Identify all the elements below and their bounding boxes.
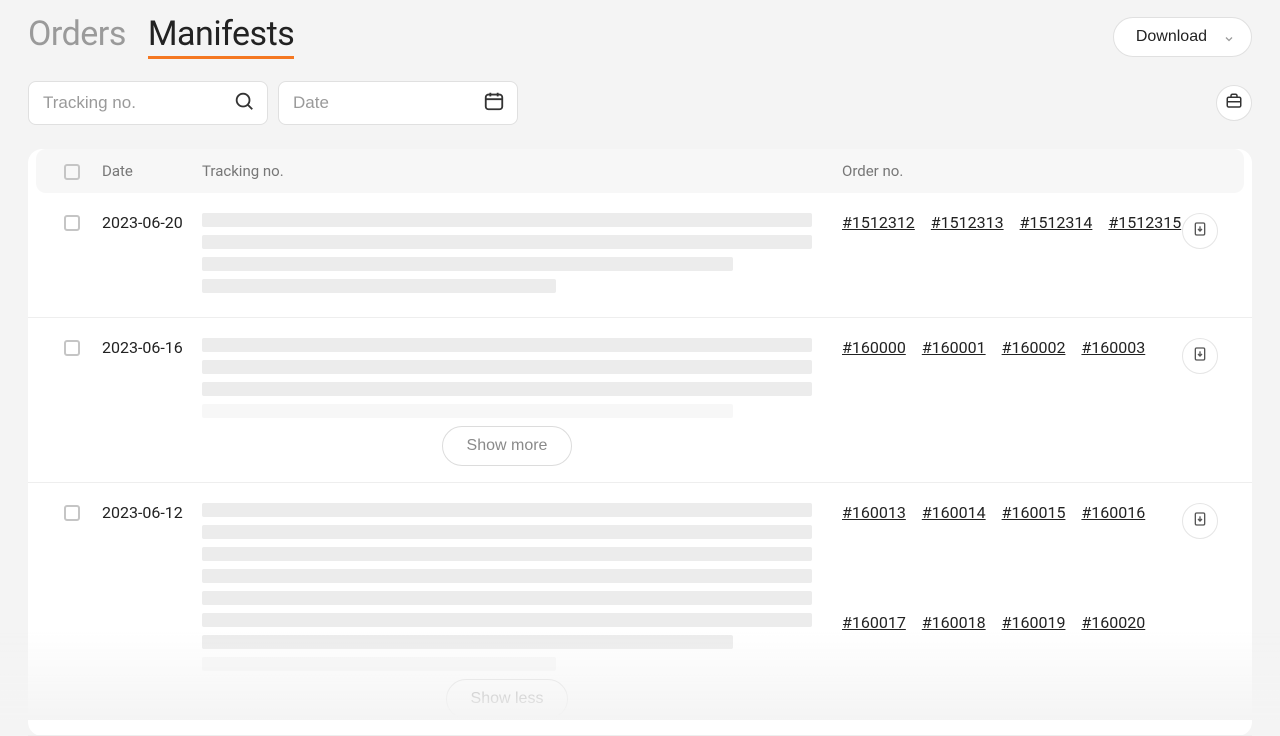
order-link[interactable]: #160018 [922, 613, 986, 719]
order-link[interactable]: #160017 [842, 613, 906, 719]
download-icon [1192, 221, 1208, 241]
order-link[interactable]: #160001 [922, 338, 986, 466]
order-link[interactable]: #160019 [1002, 613, 1066, 719]
tracking-skeleton: Show more [202, 338, 842, 466]
table-row: 2023-06-12 Show less #160013#160014#160015… [28, 483, 1252, 736]
date-input[interactable] [293, 93, 503, 113]
order-link[interactable]: #1512314 [1020, 213, 1093, 301]
row-date: 2023-06-16 [102, 338, 202, 466]
col-date: Date [102, 162, 202, 180]
chevron-down-icon [1223, 32, 1235, 50]
order-link[interactable]: #160002 [1002, 338, 1066, 466]
tracking-search-input[interactable] [43, 93, 253, 113]
search-icon [233, 90, 255, 116]
row-date: 2023-06-12 [102, 503, 202, 719]
order-link[interactable]: #1512313 [931, 213, 1004, 301]
row-download-button[interactable] [1182, 213, 1218, 249]
download-label: Download [1136, 28, 1207, 46]
row-checkbox[interactable] [64, 340, 80, 356]
briefcase-icon [1225, 92, 1243, 114]
order-link[interactable]: #160013 [842, 503, 906, 609]
calendar-icon [483, 90, 505, 116]
tracking-search-wrap [28, 81, 268, 125]
download-icon [1192, 346, 1208, 366]
tab-manifests[interactable]: Manifests [148, 14, 294, 59]
col-tracking: Tracking no. [202, 162, 842, 180]
tracking-skeleton [202, 213, 842, 301]
row-checkbox[interactable] [64, 215, 80, 231]
date-input-wrap [278, 81, 518, 125]
select-all-checkbox[interactable] [64, 164, 80, 180]
order-link[interactable]: #160014 [922, 503, 986, 609]
show-more-button[interactable]: Show more [442, 426, 573, 466]
order-link[interactable]: #1512315 [1108, 213, 1181, 301]
order-link[interactable]: #1512312 [842, 213, 915, 301]
col-order: Order no. [842, 162, 1182, 180]
row-download-button[interactable] [1182, 338, 1218, 374]
row-date: 2023-06-20 [102, 213, 202, 301]
order-link[interactable]: #160000 [842, 338, 906, 466]
order-link[interactable]: #160003 [1081, 338, 1145, 466]
table-row: 2023-06-20 #1512312#1512313#1512314#15123… [28, 193, 1252, 318]
table-row: 2023-06-16 Show more #160000#160001#160002… [28, 318, 1252, 483]
download-icon [1192, 511, 1208, 531]
tab-orders[interactable]: Orders [28, 14, 126, 54]
briefcase-button[interactable] [1216, 85, 1252, 121]
tracking-skeleton: Show less [202, 503, 842, 719]
download-button[interactable]: Download [1113, 17, 1252, 57]
order-link[interactable]: #160015 [1002, 503, 1066, 609]
show-less-button[interactable]: Show less [446, 679, 569, 719]
row-checkbox[interactable] [64, 505, 80, 521]
order-link[interactable]: #160016 [1081, 503, 1145, 609]
order-link[interactable]: #160020 [1081, 613, 1145, 719]
row-download-button[interactable] [1182, 503, 1218, 539]
